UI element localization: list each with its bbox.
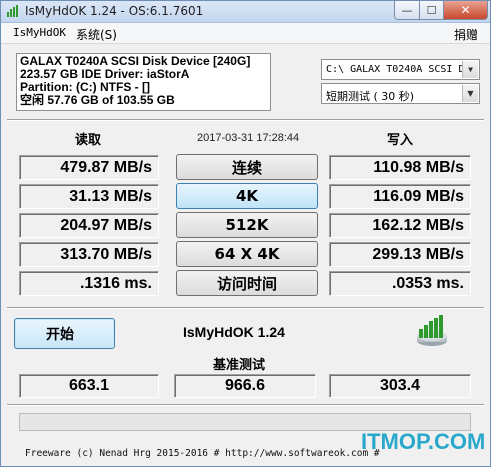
app-bars-icon — [7, 5, 18, 17]
title-bar[interactable]: IsMyHdOK 1.24 - OS:6.1.7601 — ☐ ✕ — [1, 1, 490, 23]
drive-select-value: C:\ GALAX T0240A SCSI Disk — [326, 64, 462, 75]
menu-bar: IsMyHdOK 系统(S) 捐赠 — [1, 23, 490, 44]
read-value-64x4k: 313.70 MB/s — [19, 242, 159, 267]
minimize-icon: — — [401, 3, 413, 17]
start-button[interactable]: 开始 — [14, 318, 115, 349]
drive-select[interactable]: C:\ GALAX T0240A SCSI Disk ▼ — [321, 59, 480, 80]
64x4k-test-button[interactable]: 64 X 4K — [176, 241, 318, 267]
test-datetime: 2017-03-31 17:28:44 — [197, 132, 300, 144]
4k-test-button[interactable]: 4K — [176, 183, 318, 209]
disk-free-space: 空闲 57.76 GB of 103.55 GB — [20, 93, 175, 107]
benchmark-title: 基准测试 — [213, 358, 266, 373]
divider — [7, 307, 484, 309]
read-value-access-time: .1316 ms. — [19, 271, 159, 296]
write-value-512k: 162.12 MB/s — [329, 213, 471, 238]
divider — [7, 119, 484, 121]
write-value-sequential: 110.98 MB/s — [329, 155, 471, 180]
app-name-label: IsMyHdOK 1.24 — [183, 324, 285, 340]
benchmark-value-write: 303.4 — [329, 374, 471, 398]
maximize-icon: ☐ — [426, 3, 437, 17]
write-value-access-time: .0353 ms. — [329, 271, 471, 296]
close-icon: ✕ — [460, 3, 471, 17]
close-button[interactable]: ✕ — [443, 1, 488, 20]
app-window: IsMyHdOK 1.24 - OS:6.1.7601 — ☐ ✕ IsMyHd… — [0, 0, 491, 467]
benchmark-value-read: 663.1 — [19, 374, 159, 398]
menu-ismyhdok[interactable]: IsMyHdOK — [13, 26, 66, 39]
512k-test-button[interactable]: 512K — [176, 212, 318, 238]
hdd-logo-icon — [417, 315, 447, 346]
minimize-button[interactable]: — — [394, 1, 420, 20]
read-header: 读取 — [75, 133, 102, 148]
chevron-down-icon[interactable]: ▼ — [462, 85, 478, 102]
read-value-sequential: 479.87 MB/s — [19, 155, 159, 180]
read-value-4k: 31.13 MB/s — [19, 184, 159, 209]
window-title: IsMyHdOK 1.24 - OS:6.1.7601 — [25, 4, 204, 18]
write-value-64x4k: 299.13 MB/s — [329, 242, 471, 267]
test-mode-value: 短期测试 ( 30 秒) — [326, 90, 415, 103]
menu-donate[interactable]: 捐赠 — [454, 26, 478, 43]
write-header: 写入 — [387, 133, 414, 148]
sequential-test-button[interactable]: 连续 — [176, 154, 318, 180]
menu-system[interactable]: 系统(S) — [76, 26, 117, 43]
write-value-4k: 116.09 MB/s — [329, 184, 471, 209]
watermark-logo: ITMOP.COM — [361, 429, 486, 454]
access-time-test-button[interactable]: 访问时间 — [176, 270, 318, 296]
divider — [7, 404, 484, 406]
read-value-512k: 204.97 MB/s — [19, 213, 159, 238]
disk-info-panel: GALAX T0240A SCSI Disk Device [240G] 223… — [16, 53, 271, 111]
footer-text[interactable]: Freeware (c) Nenad Hrg 2015-2016 # http:… — [25, 448, 380, 459]
benchmark-value-total: 966.6 — [174, 374, 316, 398]
chevron-down-icon[interactable]: ▼ — [462, 61, 478, 78]
test-mode-select[interactable]: 短期测试 ( 30 秒) ▼ — [321, 83, 480, 104]
maximize-button[interactable]: ☐ — [419, 1, 444, 20]
